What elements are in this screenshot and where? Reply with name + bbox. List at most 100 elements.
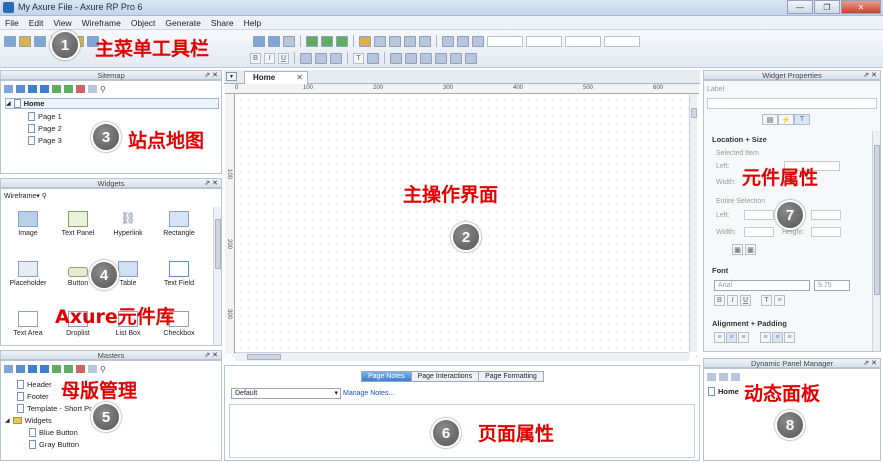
widget-text-panel[interactable]: Text Panel	[53, 211, 103, 237]
tab-home[interactable]: Home ✕	[244, 71, 308, 84]
distribute-h-icon[interactable]	[435, 52, 447, 64]
align-right-icon[interactable]	[330, 52, 342, 64]
widget-text-area[interactable]: Text Area	[3, 311, 53, 337]
menu-wireframe[interactable]: Wireframe	[77, 16, 126, 29]
autofit-icon[interactable]: ▣	[745, 244, 756, 255]
tab-page-notes[interactable]: Page Notes	[361, 371, 412, 382]
props-scrollbar[interactable]	[872, 131, 880, 351]
tab-menu-icon[interactable]: ▾	[226, 72, 237, 81]
canvas-h-scrollbar[interactable]	[235, 352, 689, 361]
bold-button[interactable]: B	[714, 295, 725, 306]
italic-button[interactable]: I	[727, 295, 738, 306]
italic-button[interactable]: I	[264, 52, 275, 64]
delete-master-icon[interactable]	[76, 365, 85, 373]
search-icon[interactable]: ⚲	[42, 193, 47, 200]
open-file-icon[interactable]	[19, 35, 31, 47]
save-icon[interactable]	[34, 35, 46, 47]
minimize-button[interactable]: —	[787, 0, 813, 14]
search-icon[interactable]: ⚲	[100, 365, 109, 374]
move-up-icon[interactable]	[719, 373, 728, 381]
align-center-icon[interactable]: ≡	[726, 332, 737, 343]
entire-top-input[interactable]	[811, 210, 841, 220]
lock-icon[interactable]: ▣	[732, 244, 743, 255]
widget-image[interactable]: Image	[3, 211, 53, 237]
search-icon[interactable]: ⚲	[100, 85, 109, 94]
line-color-icon[interactable]	[374, 35, 386, 47]
add-master-icon[interactable]	[4, 365, 13, 373]
line-style-icon[interactable]	[404, 35, 416, 47]
add-child-icon[interactable]	[16, 85, 25, 93]
menu-object[interactable]: Object	[126, 16, 161, 29]
add-page-icon[interactable]	[4, 85, 13, 93]
notes-textarea[interactable]	[229, 404, 695, 458]
master-folder-widgets[interactable]: ◢ Widgets	[5, 416, 52, 425]
distribute-icon[interactable]	[457, 35, 469, 47]
connector-icon[interactable]	[268, 35, 280, 47]
align-center-icon[interactable]	[315, 52, 327, 64]
align-top-icon[interactable]: ≡	[760, 332, 771, 343]
h-field[interactable]	[604, 35, 640, 47]
bullet-icon[interactable]: ≡	[774, 295, 785, 306]
pin-icon[interactable]: ⇗ ✕	[863, 71, 877, 80]
master-item-header[interactable]: Header	[17, 380, 52, 389]
align-left-icon[interactable]: ≡	[714, 332, 725, 343]
tree-item-home[interactable]: ◢ Home	[5, 98, 219, 109]
outdent-icon[interactable]	[64, 85, 73, 93]
outdent-icon[interactable]	[64, 365, 73, 373]
edit-icon[interactable]	[88, 365, 97, 373]
tab-page-interactions[interactable]: Page Interactions	[410, 371, 480, 382]
y-field[interactable]	[526, 35, 562, 47]
indent-icon[interactable]	[52, 85, 61, 93]
widget-text-field[interactable]: Text Field	[154, 261, 204, 287]
align-bottom-icon[interactable]: ≡	[784, 332, 795, 343]
bold-button[interactable]: B	[250, 52, 261, 64]
move-down-icon[interactable]	[40, 85, 49, 93]
menu-file[interactable]: File	[0, 16, 24, 29]
align-bottom-icon[interactable]	[420, 52, 432, 64]
label-input[interactable]	[707, 98, 877, 109]
menu-view[interactable]: View	[48, 16, 76, 29]
widgets-scrollbar[interactable]	[213, 207, 221, 345]
master-item-blue-button[interactable]: Blue Button	[29, 428, 78, 437]
underline-button[interactable]: U	[740, 295, 751, 306]
close-button[interactable]: ✕	[841, 0, 881, 14]
tab-page-formatting[interactable]: Page Formatting	[478, 371, 544, 382]
master-item-template[interactable]: Template - Short Pr	[17, 404, 92, 413]
format-painter-icon[interactable]	[283, 35, 295, 47]
align-middle-icon[interactable]	[405, 52, 417, 64]
formatting-tab-icon[interactable]: T	[794, 114, 810, 125]
add-folder-icon[interactable]	[16, 365, 25, 373]
move-up-icon[interactable]	[28, 85, 37, 93]
delete-page-icon[interactable]	[76, 85, 85, 93]
align-left-icon[interactable]	[300, 52, 312, 64]
dp-tree-home[interactable]: Home	[708, 387, 739, 396]
arrow-style-icon[interactable]	[419, 35, 431, 47]
entire-width-input[interactable]	[744, 227, 774, 237]
interactions-tab-icon[interactable]: ⚡	[778, 114, 794, 125]
tree-item-page1[interactable]: Page 1	[28, 112, 62, 121]
group-icon[interactable]	[306, 35, 318, 47]
order-icon[interactable]	[472, 35, 484, 47]
align-icon[interactable]	[442, 35, 454, 47]
align-middle-icon[interactable]: ≡	[772, 332, 783, 343]
annotation-tab-icon[interactable]: ▤	[762, 114, 778, 125]
bullet-icon[interactable]	[367, 52, 379, 64]
text-color-button[interactable]: T	[353, 52, 364, 64]
new-file-icon[interactable]	[4, 35, 16, 47]
manage-notes-link[interactable]: Manage Notes...	[343, 390, 394, 397]
master-item-gray-button[interactable]: Gray Button	[29, 440, 79, 449]
add-state-icon[interactable]	[707, 373, 716, 381]
menu-edit[interactable]: Edit	[24, 16, 49, 29]
align-top-icon[interactable]	[390, 52, 402, 64]
distribute-v-icon[interactable]	[450, 52, 462, 64]
edit-icon[interactable]	[88, 85, 97, 93]
pin-icon[interactable]: ⇗ ✕	[204, 351, 218, 360]
select-mode-icon[interactable]	[253, 35, 265, 47]
indent-icon[interactable]	[52, 365, 61, 373]
menu-help[interactable]: Help	[239, 16, 266, 29]
menu-share[interactable]: Share	[206, 16, 239, 29]
library-dropdown[interactable]: Wireframe▾ ⚲	[4, 192, 47, 200]
pin-icon[interactable]: ⇗ ✕	[204, 71, 218, 80]
entire-left-input[interactable]	[744, 210, 774, 220]
menu-generate[interactable]: Generate	[160, 16, 205, 29]
